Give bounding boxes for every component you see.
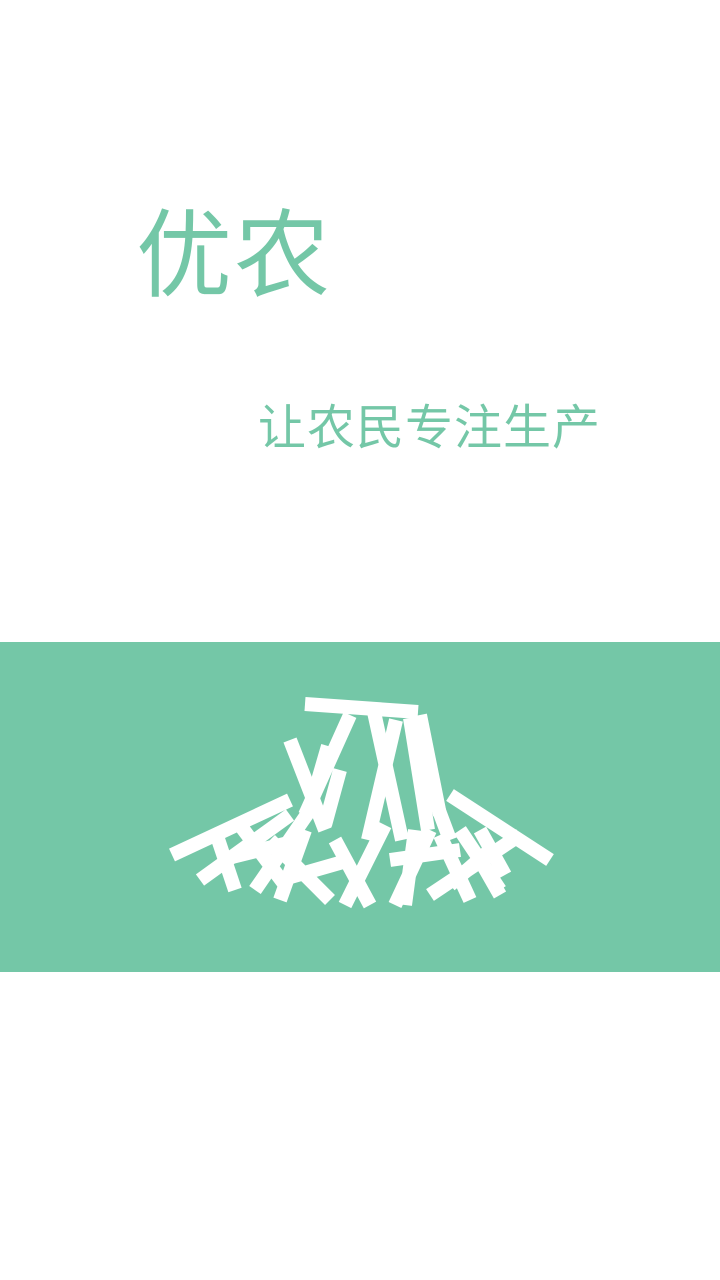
woven-straw-pile-logo-icon	[169, 697, 554, 909]
app-title: 优农	[136, 200, 332, 312]
app-slogan: 让农民专注生产	[258, 400, 602, 456]
